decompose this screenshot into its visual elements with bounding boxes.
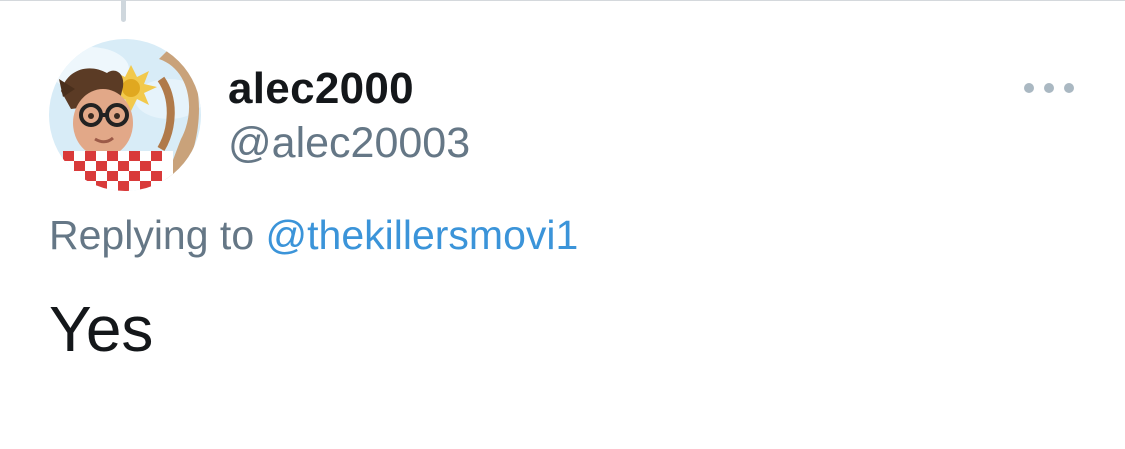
user-handle[interactable]: @alec20003 <box>228 119 470 168</box>
more-horizontal-icon-dot <box>1044 83 1054 93</box>
more-horizontal-icon-dot <box>1024 83 1034 93</box>
display-name[interactable]: alec2000 <box>228 64 414 114</box>
tweet-card: alec2000 @alec20003 Replying to @thekill… <box>0 0 1125 449</box>
reply-prefix: Replying to <box>49 212 255 258</box>
reply-target-link[interactable]: @thekillersmovi1 <box>266 212 579 258</box>
top-divider <box>0 0 1125 1</box>
thread-connector-line <box>121 0 126 22</box>
more-options-button[interactable] <box>1024 76 1074 100</box>
more-horizontal-icon-dot <box>1064 83 1074 93</box>
avatar[interactable] <box>49 39 201 191</box>
reply-context: Replying to @thekillersmovi1 <box>49 212 578 259</box>
tweet-text: Yes <box>49 293 154 365</box>
avatar-image <box>49 39 201 191</box>
